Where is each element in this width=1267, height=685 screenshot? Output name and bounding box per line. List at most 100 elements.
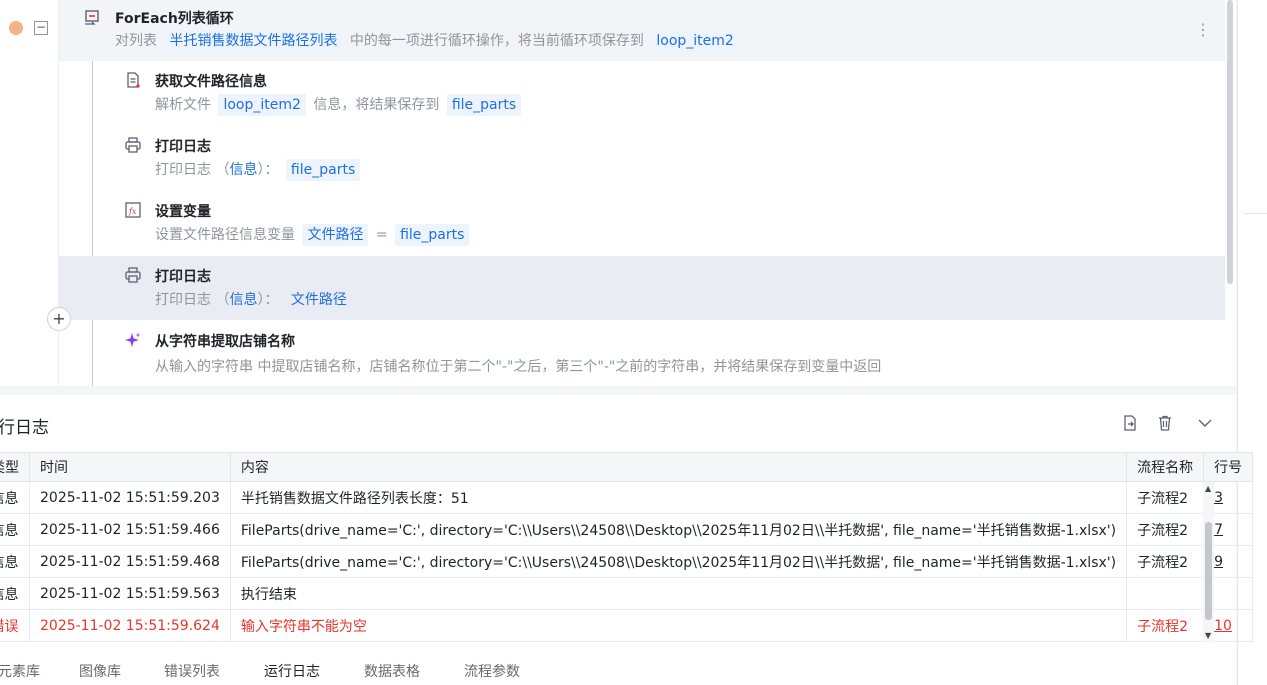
step-title: 打印日志 xyxy=(155,269,211,285)
desc-text: 设置文件路径信息变量 xyxy=(155,227,295,243)
table-row[interactable]: 信息 2025-11-02 15:51:59.466 FileParts(dri… xyxy=(0,513,1254,546)
panel-title: 行日志 xyxy=(0,418,49,438)
trash-icon[interactable] xyxy=(1154,414,1176,436)
variable-tag[interactable]: loop_item2 xyxy=(218,94,306,116)
desc-text: 打印日志 xyxy=(155,162,211,178)
step-set-variable[interactable]: fx 设置变量 设置文件路径信息变量 文件路径 = file_parts xyxy=(59,193,1225,257)
step-title: 打印日志 xyxy=(155,139,211,155)
line-gutter: − xyxy=(0,0,59,386)
run-log-panel: 行日志 类型 时间 内容 流程名称 行号 信息 2025-11-02 15:51… xyxy=(0,395,1254,651)
foreach-loop-step[interactable]: ForEach列表循环 对列表 半托销售数据文件路径列表 中的每一项进行循环操作… xyxy=(59,0,1225,61)
variable-tag[interactable]: loop_item2 xyxy=(651,30,739,52)
log-level[interactable]: 信息 xyxy=(229,292,257,308)
cell-content: FileParts(drive_name='C:', directory='C:… xyxy=(230,545,1128,578)
tab-run-log[interactable]: 运行日志 xyxy=(264,661,320,681)
desc-text: = xyxy=(375,227,388,243)
tab-data-table[interactable]: 数据表格 xyxy=(364,661,420,681)
desc-text: 中的每一项进行循环操作，将当前循环项保存到 xyxy=(349,33,644,49)
fx-icon: fx xyxy=(124,201,142,219)
breakpoint-dot[interactable] xyxy=(9,21,23,35)
table-row-error[interactable]: 错误 2025-11-02 15:51:59.624 输入字符串不能为空 子流程… xyxy=(0,609,1254,642)
cell-time: 2025-11-02 15:51:59.466 xyxy=(29,513,231,546)
table-row[interactable]: 信息 2025-11-02 15:51:59.563 执行结束 xyxy=(0,577,1254,610)
step-desc: 从输入的字符串 中提取店铺名称，店铺名称位于第二个"-"之后，第三个"-"之前的… xyxy=(155,359,882,375)
cell-process: 子流程2 xyxy=(1126,513,1205,546)
cell-content: 输入字符串不能为空 xyxy=(230,609,1128,642)
step-desc: 对列表 半托销售数据文件路径列表 中的每一项进行循环操作，将当前循环项保存到 l… xyxy=(115,30,742,52)
cell-type: 信息 xyxy=(0,545,30,578)
tab-image-library[interactable]: 图像库 xyxy=(79,661,121,681)
table-row[interactable]: 信息 2025-11-02 15:51:59.203 半托销售数据文件路径列表长… xyxy=(0,481,1254,514)
cell-type: 信息 xyxy=(0,481,30,514)
step-title: 设置变量 xyxy=(155,204,211,220)
desc-text: （ xyxy=(215,162,230,178)
chevron-down-icon[interactable] xyxy=(1194,414,1216,436)
step-print-log[interactable]: 打印日志 打印日志 （信息）： file_parts xyxy=(59,128,1225,192)
desc-text: 对列表 xyxy=(115,33,157,49)
cell-time: 2025-11-02 15:51:59.203 xyxy=(29,481,231,514)
cell-type: 信息 xyxy=(0,577,30,610)
desc-text: ）： xyxy=(257,162,279,178)
col-content[interactable]: 内容 xyxy=(229,452,1128,482)
step-desc: 打印日志 （信息）： 文件路径 xyxy=(155,289,355,311)
cell-process: 子流程2 xyxy=(1126,481,1205,514)
variable-tag[interactable]: 文件路径 xyxy=(286,289,352,311)
desc-text: 打印日志 xyxy=(155,292,211,308)
desc-text: ）： xyxy=(257,292,279,308)
loop-icon xyxy=(83,8,101,26)
cell-content: 半托销售数据文件路径列表长度：51 xyxy=(230,481,1128,514)
scroll-thumb[interactable] xyxy=(1205,522,1212,620)
variable-tag[interactable]: file_parts xyxy=(285,159,361,181)
bottom-tab-bar: 元素库 图像库 错误列表 运行日志 数据表格 流程参数 xyxy=(0,651,1236,685)
step-desc: 解析文件 loop_item2 信息，将结果保存到 file_parts xyxy=(155,94,524,116)
log-level[interactable]: 信息 xyxy=(229,162,257,178)
step-ai-extract-shop-name[interactable]: 从字符串提取店铺名称 从输入的字符串 中提取店铺名称，店铺名称位于第二个"-"之… xyxy=(59,323,1225,386)
printer-icon xyxy=(124,136,142,154)
cell-time: 2025-11-02 15:51:59.624 xyxy=(29,609,231,642)
cell-time: 2025-11-02 15:51:59.563 xyxy=(29,577,231,610)
tab-element-library[interactable]: 元素库 xyxy=(0,661,40,681)
sparkle-icon xyxy=(124,331,142,349)
collapse-toggle[interactable]: − xyxy=(34,21,48,35)
desc-text: 解析文件 xyxy=(155,97,211,113)
step-get-file-info[interactable]: 获取文件路径信息 解析文件 loop_item2 信息，将结果保存到 file_… xyxy=(59,63,1225,127)
col-time[interactable]: 时间 xyxy=(29,452,231,482)
export-icon[interactable] xyxy=(1119,414,1141,436)
log-table: 类型 时间 内容 流程名称 行号 信息 2025-11-02 15:51:59.… xyxy=(0,452,1254,642)
variable-tag[interactable]: 文件路径 xyxy=(302,224,369,246)
flow-editor: − + ForEach列表循环 对列表 半托销售数据文件路径列表 中的每一项进行… xyxy=(0,0,1236,386)
step-title: 获取文件路径信息 xyxy=(155,74,267,90)
file-info-icon xyxy=(124,71,142,89)
tab-error-list[interactable]: 错误列表 xyxy=(164,661,220,681)
table-scrollbar[interactable]: ▲ ▼ xyxy=(1203,482,1214,642)
cell-content: FileParts(drive_name='C:', directory='C:… xyxy=(230,513,1128,546)
variable-tag[interactable]: file_parts xyxy=(395,224,470,246)
scroll-up-icon[interactable]: ▲ xyxy=(1205,484,1211,493)
more-menu-icon[interactable]: ⋮ xyxy=(1195,20,1211,39)
col-line[interactable]: 行号 xyxy=(1203,452,1254,482)
scroll-down-icon[interactable]: ▼ xyxy=(1205,631,1211,640)
variable-tag[interactable]: file_parts xyxy=(446,94,522,116)
step-title: ForEach列表循环 xyxy=(115,11,234,27)
flow-scrollbar[interactable] xyxy=(1225,0,1235,290)
step-desc: 打印日志 （信息）： file_parts xyxy=(155,159,363,181)
cell-process: 子流程2 xyxy=(1126,545,1205,578)
table-row[interactable]: 信息 2025-11-02 15:51:59.468 FileParts(dri… xyxy=(0,545,1254,578)
cell-time: 2025-11-02 15:51:59.468 xyxy=(29,545,231,578)
col-type[interactable]: 类型 xyxy=(0,452,30,482)
svg-text:fx: fx xyxy=(128,207,137,216)
desc-text: （ xyxy=(215,292,230,308)
cell-process xyxy=(1126,577,1205,610)
table-header: 类型 时间 内容 流程名称 行号 xyxy=(0,452,1254,482)
step-desc: 设置文件路径信息变量 文件路径 = file_parts xyxy=(155,224,472,246)
printer-icon xyxy=(124,266,142,284)
cell-type: 信息 xyxy=(0,513,30,546)
col-process[interactable]: 流程名称 xyxy=(1126,452,1205,482)
variable-tag[interactable]: 半托销售数据文件路径列表 xyxy=(164,30,343,52)
cell-process: 子流程2 xyxy=(1126,609,1205,642)
add-step-button[interactable]: + xyxy=(47,307,71,331)
cell-type: 错误 xyxy=(0,609,30,642)
cell-content: 执行结束 xyxy=(230,577,1128,610)
step-print-log-selected[interactable]: 打印日志 打印日志 （信息）： 文件路径 xyxy=(59,256,1225,320)
tab-flow-params[interactable]: 流程参数 xyxy=(464,661,520,681)
